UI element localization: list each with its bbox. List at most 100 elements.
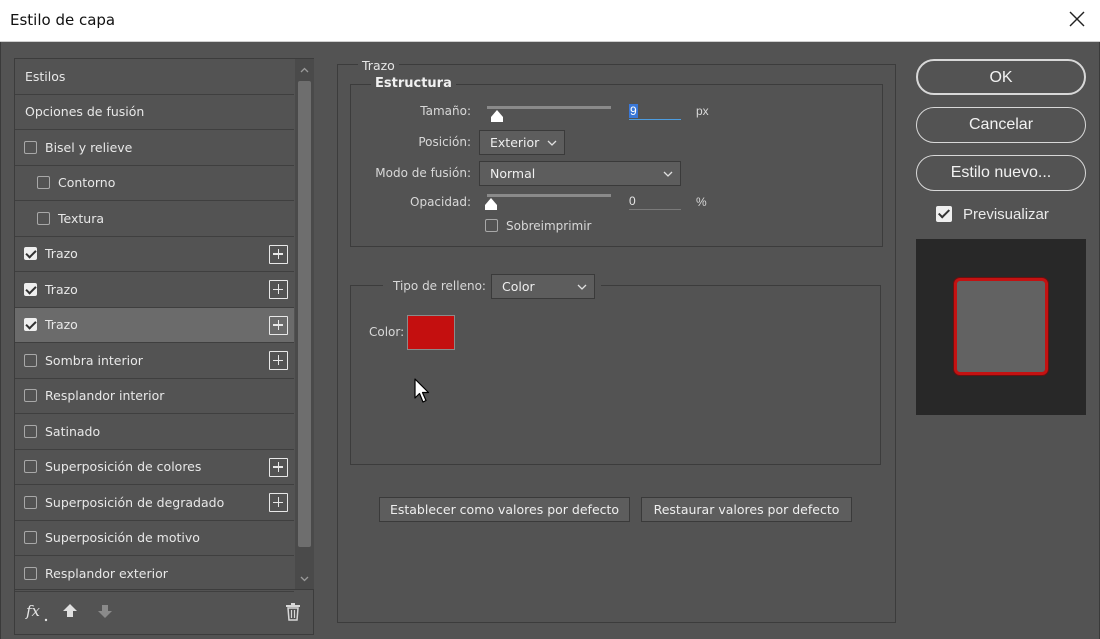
opacity-value: 0 bbox=[629, 194, 636, 208]
opacity-unit: % bbox=[696, 195, 707, 209]
fill-type-group: Tipo de relleno: Color Color: bbox=[350, 272, 881, 465]
chevron-down-icon bbox=[547, 140, 557, 146]
svg-text:fx: fx bbox=[25, 602, 41, 620]
reset-default-button[interactable]: Restaurar valores por defecto bbox=[641, 497, 852, 522]
style-list-item-label: Trazo bbox=[45, 281, 78, 297]
style-checkbox[interactable] bbox=[24, 495, 37, 509]
fx-icon[interactable]: fx bbox=[25, 601, 49, 625]
position-label: Posición: bbox=[418, 135, 471, 149]
style-list-item[interactable]: Superposición de motivo bbox=[15, 521, 294, 556]
fill-type-legend: Tipo de relleno: Color bbox=[383, 272, 601, 300]
style-list-item[interactable]: Superposición de colores bbox=[15, 450, 294, 485]
arrow-down-icon[interactable] bbox=[97, 603, 113, 619]
position-value: Exterior bbox=[490, 135, 540, 150]
blend-mode-value: Normal bbox=[490, 166, 536, 181]
opacity-slider-knob[interactable] bbox=[485, 198, 497, 210]
fill-type-select[interactable]: Color bbox=[491, 274, 595, 299]
style-checkbox[interactable] bbox=[24, 389, 37, 403]
style-list-item-label: Resplandor exterior bbox=[45, 565, 168, 581]
fill-type-label: Tipo de relleno: bbox=[393, 279, 486, 293]
opacity-input[interactable]: 0 bbox=[629, 192, 681, 210]
opacity-slider[interactable] bbox=[485, 194, 611, 210]
style-checkbox[interactable] bbox=[24, 353, 37, 367]
style-list-item[interactable]: Trazo bbox=[15, 272, 294, 308]
style-list-item[interactable]: Contorno bbox=[15, 166, 294, 201]
position-select[interactable]: Exterior bbox=[479, 130, 565, 155]
structure-title: Estructura bbox=[371, 76, 456, 91]
style-checkbox[interactable] bbox=[24, 460, 37, 474]
styles-list-scrollbar[interactable] bbox=[295, 59, 314, 589]
cancel-button[interactable]: Cancelar bbox=[916, 107, 1086, 143]
styles-list-panel: Estilos Opciones de fusión Bisel y relieve… bbox=[14, 58, 314, 635]
style-list-item-label: Superposición de degradado bbox=[45, 494, 225, 510]
style-list-item-label: Superposición de colores bbox=[45, 459, 202, 475]
style-checkbox[interactable] bbox=[37, 176, 50, 190]
style-checkbox[interactable] bbox=[24, 424, 37, 438]
style-checkbox[interactable] bbox=[37, 211, 50, 225]
style-list-item[interactable]: Satinado bbox=[15, 414, 294, 450]
size-unit: px bbox=[696, 104, 709, 118]
style-list-item-label: Satinado bbox=[45, 423, 101, 439]
styles-list-footer: fx bbox=[15, 589, 313, 635]
new-style-button[interactable]: Estilo nuevo... bbox=[916, 155, 1086, 191]
preview-checkbox[interactable] bbox=[936, 206, 952, 222]
style-checkbox[interactable] bbox=[24, 566, 37, 580]
size-input[interactable]: 9 bbox=[629, 102, 681, 120]
chevron-down-icon bbox=[663, 171, 673, 177]
size-slider-knob[interactable] bbox=[491, 110, 503, 122]
preview-thumbnail bbox=[916, 239, 1086, 415]
style-list-item-label: Contorno bbox=[58, 175, 116, 191]
size-slider[interactable] bbox=[487, 106, 611, 122]
blend-mode-label: Modo de fusión: bbox=[375, 166, 471, 180]
size-slider-track bbox=[487, 106, 611, 109]
title-bar: Estilo de capa bbox=[0, 0, 1100, 42]
preview-square bbox=[954, 278, 1048, 375]
add-effect-icon[interactable] bbox=[269, 351, 288, 370]
style-list-item[interactable]: Trazo bbox=[15, 307, 294, 343]
arrow-up-icon[interactable] bbox=[62, 603, 78, 619]
style-list-item[interactable]: Bisel y relieve bbox=[15, 130, 294, 166]
style-checkbox[interactable] bbox=[24, 318, 37, 332]
style-checkbox[interactable] bbox=[24, 531, 37, 545]
scroll-thumb[interactable] bbox=[298, 81, 311, 547]
style-list-item[interactable]: Estilos bbox=[15, 59, 294, 95]
size-label: Tamaño: bbox=[420, 104, 471, 118]
trash-icon[interactable] bbox=[285, 603, 301, 621]
blend-mode-select[interactable]: Normal bbox=[479, 161, 681, 186]
add-effect-icon[interactable] bbox=[269, 493, 288, 512]
add-effect-icon[interactable] bbox=[269, 244, 288, 264]
style-list-item-label: Resplandor interior bbox=[45, 388, 165, 404]
style-list-item-label: Opciones de fusión bbox=[25, 104, 145, 120]
overprint-label: Sobreimprimir bbox=[506, 219, 592, 233]
style-list-item[interactable]: Opciones de fusión bbox=[15, 95, 294, 130]
add-effect-icon[interactable] bbox=[269, 315, 288, 335]
set-default-button[interactable]: Establecer como valores por defecto bbox=[379, 497, 630, 522]
fill-type-value: Color bbox=[502, 279, 535, 294]
style-list-item-label: Superposición de motivo bbox=[45, 530, 200, 546]
style-list-item[interactable]: Superposición de degradado bbox=[15, 485, 294, 521]
overprint-checkbox[interactable] bbox=[485, 219, 498, 232]
stroke-settings-panel: Trazo Estructura Tamaño: 9 px Posición: … bbox=[337, 58, 896, 623]
style-list-item[interactable]: Trazo bbox=[15, 237, 294, 272]
window-title: Estilo de capa bbox=[10, 11, 116, 29]
scroll-up-icon[interactable] bbox=[300, 66, 309, 75]
style-list-item-label: Estilos bbox=[25, 68, 66, 84]
style-list-item[interactable]: Resplandor exterior bbox=[15, 556, 294, 592]
style-list-item[interactable]: Textura bbox=[15, 201, 294, 237]
section-title: Trazo bbox=[358, 58, 399, 73]
style-list-item[interactable]: Resplandor interior bbox=[15, 379, 294, 414]
style-checkbox[interactable] bbox=[24, 282, 37, 296]
add-effect-icon[interactable] bbox=[269, 280, 288, 299]
chevron-down-icon bbox=[577, 284, 587, 290]
style-list-item-label: Textura bbox=[58, 210, 105, 226]
style-checkbox[interactable] bbox=[24, 247, 37, 261]
color-swatch[interactable] bbox=[407, 315, 455, 350]
style-list-item[interactable]: Sombra interior bbox=[15, 343, 294, 379]
close-icon[interactable] bbox=[1066, 8, 1088, 30]
preview-label: Previsualizar bbox=[963, 206, 1049, 223]
scroll-down-icon[interactable] bbox=[300, 574, 309, 583]
opacity-label: Opacidad: bbox=[410, 195, 471, 209]
ok-button[interactable]: OK bbox=[916, 59, 1086, 95]
style-checkbox[interactable] bbox=[24, 140, 37, 154]
add-effect-icon[interactable] bbox=[269, 457, 288, 477]
